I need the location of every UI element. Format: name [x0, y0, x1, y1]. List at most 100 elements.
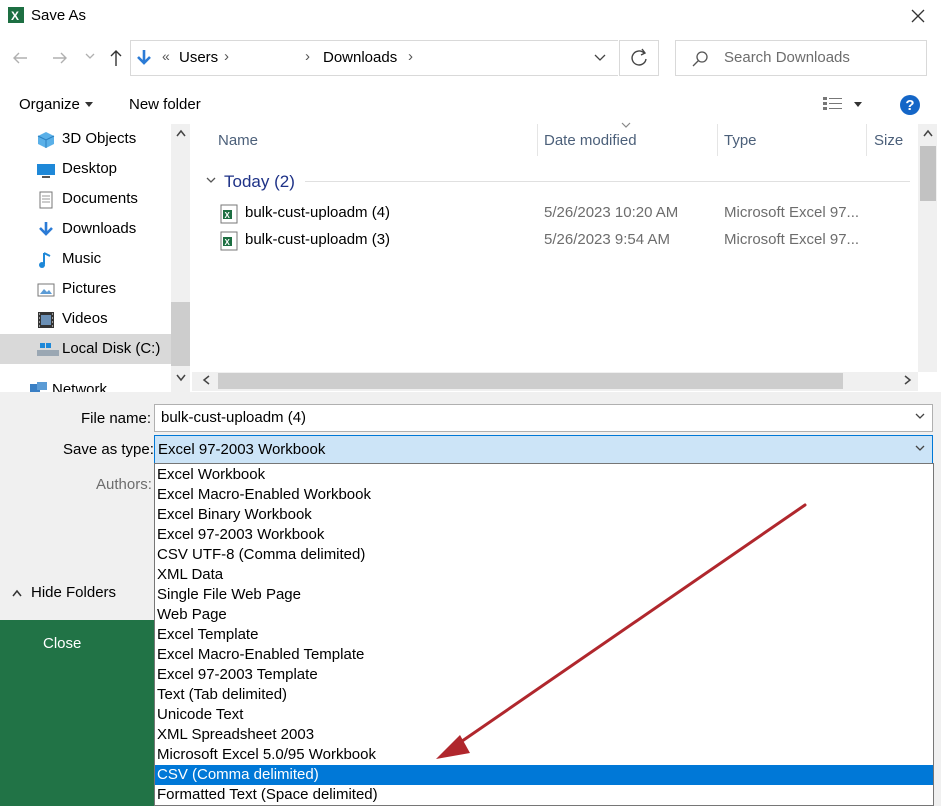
column-header-type[interactable]: Type	[724, 132, 757, 149]
nav-item-music[interactable]: Music	[0, 244, 171, 274]
file-date: 5/26/2023 9:54 AM	[544, 231, 670, 248]
nav-item-desktop[interactable]: Desktop	[0, 154, 171, 184]
excel-file-icon: X	[220, 204, 238, 224]
help-icon[interactable]: ?	[899, 94, 921, 116]
desktop-icon	[37, 161, 55, 179]
file-row[interactable]: X bulk-cust-uploadm (3) 5/26/2023 9:54 A…	[192, 227, 912, 253]
up-arrow-icon[interactable]	[106, 48, 126, 68]
chevron-right-icon[interactable]: ›	[305, 48, 310, 65]
chevron-up-icon[interactable]	[11, 588, 23, 598]
nav-item-pictures[interactable]: Pictures	[0, 274, 171, 304]
navigation-pane: 3D Objects Desktop Documents Downloads M…	[0, 124, 190, 392]
title-bar	[0, 0, 941, 32]
column-divider[interactable]	[717, 124, 718, 156]
chevron-down-icon[interactable]	[205, 174, 217, 186]
hide-folders-button[interactable]: Hide Folders	[31, 584, 116, 601]
option-csv-comma-delimited[interactable]: CSV (Comma delimited)	[155, 765, 933, 785]
group-header[interactable]: Today (2)	[224, 172, 295, 192]
music-icon	[37, 251, 55, 269]
chevron-down-icon[interactable]	[914, 412, 926, 420]
column-header-size[interactable]: Size	[874, 132, 903, 149]
chevron-left-icon[interactable]	[201, 374, 211, 386]
option-excel-template[interactable]: Excel Template	[155, 625, 933, 645]
nav-item-3d-objects[interactable]: 3D Objects	[0, 124, 171, 154]
chevron-right-icon[interactable]: ›	[408, 48, 413, 65]
file-name-value[interactable]: bulk-cust-uploadm (4)	[161, 409, 306, 426]
search-placeholder: Search Downloads	[724, 49, 850, 66]
pictures-icon	[37, 281, 55, 299]
column-divider[interactable]	[537, 124, 538, 156]
file-type: Microsoft Excel 97...	[724, 231, 860, 248]
option-excel-97-2003-template[interactable]: Excel 97-2003 Template	[155, 665, 933, 685]
svg-text:X: X	[225, 211, 231, 220]
column-header-name[interactable]: Name	[218, 132, 258, 149]
caret-down-icon[interactable]	[853, 101, 863, 109]
file-list-scrollbar-thumb[interactable]	[920, 146, 936, 201]
nav-label: Documents	[62, 190, 138, 207]
authors-label: Authors:	[96, 476, 152, 493]
organize-button[interactable]: Organize	[19, 96, 80, 113]
chevron-down-icon[interactable]	[914, 444, 926, 452]
option-single-file-web-page[interactable]: Single File Web Page	[155, 585, 933, 605]
chevron-right-icon[interactable]: ›	[224, 48, 229, 65]
option-xml-spreadsheet-2003[interactable]: XML Spreadsheet 2003	[155, 725, 933, 745]
network-icon[interactable]	[29, 381, 49, 393]
option-unicode-text[interactable]: Unicode Text	[155, 705, 933, 725]
option-formatted-text[interactable]: Formatted Text (Space delimited)	[155, 785, 933, 805]
file-date: 5/26/2023 10:20 AM	[544, 204, 679, 221]
new-folder-button[interactable]: New folder	[129, 96, 201, 113]
breadcrumb-users[interactable]: Users	[179, 49, 218, 66]
file-row[interactable]: X bulk-cust-uploadm (4) 5/26/2023 10:20 …	[192, 200, 912, 226]
svg-text:X: X	[11, 9, 19, 23]
nav-item-downloads[interactable]: Downloads	[0, 214, 171, 244]
chevron-up-icon[interactable]	[922, 128, 934, 138]
save-type-label: Save as type:	[63, 441, 154, 458]
nav-item-local-disk[interactable]: Local Disk (C:)	[0, 334, 171, 364]
option-text-tab-delimited[interactable]: Text (Tab delimited)	[155, 685, 933, 705]
back-arrow-icon[interactable]	[10, 48, 30, 68]
download-icon	[135, 48, 153, 68]
option-csv-utf8[interactable]: CSV UTF-8 (Comma delimited)	[155, 545, 933, 565]
drive-icon	[37, 341, 59, 359]
nav-item-network[interactable]: Network	[52, 381, 107, 392]
nav-item-documents[interactable]: Documents	[0, 184, 171, 214]
refresh-button[interactable]	[619, 40, 659, 76]
breadcrumb-downloads[interactable]: Downloads	[323, 49, 397, 66]
cube-icon	[37, 131, 55, 149]
option-xml-data[interactable]: XML Data	[155, 565, 933, 585]
download-icon	[37, 221, 55, 239]
chevron-down-icon[interactable]	[84, 50, 96, 62]
forward-arrow-icon[interactable]	[50, 48, 70, 68]
nav-item-videos[interactable]: Videos	[0, 304, 171, 334]
option-excel-5-95-workbook[interactable]: Microsoft Excel 5.0/95 Workbook	[155, 745, 933, 765]
nav-label: Downloads	[62, 220, 137, 237]
address-dropdown-button[interactable]	[586, 41, 618, 75]
option-excel-macro-enabled-workbook[interactable]: Excel Macro-Enabled Workbook	[155, 485, 933, 505]
file-name: bulk-cust-uploadm (4)	[245, 204, 391, 221]
view-options-icon[interactable]	[822, 96, 844, 112]
excel-icon: X	[8, 7, 24, 23]
file-name: bulk-cust-uploadm (3)	[245, 231, 391, 248]
nav-label: Music	[62, 250, 102, 267]
nav-label: Desktop	[62, 160, 118, 177]
horizontal-scrollbar-thumb[interactable]	[218, 373, 843, 389]
option-web-page[interactable]: Web Page	[155, 605, 933, 625]
chevron-up-icon[interactable]	[175, 128, 187, 138]
group-divider	[305, 181, 910, 182]
caret-down-icon[interactable]	[84, 101, 94, 109]
overflow-chevrons[interactable]: «	[162, 48, 170, 64]
close-button[interactable]: Close	[43, 635, 81, 652]
nav-label: Pictures	[62, 280, 117, 297]
chevron-down-icon[interactable]	[175, 373, 187, 383]
option-excel-binary-workbook[interactable]: Excel Binary Workbook	[155, 505, 933, 525]
option-excel-macro-enabled-template[interactable]: Excel Macro-Enabled Template	[155, 645, 933, 665]
nav-scrollbar-thumb[interactable]	[171, 302, 190, 366]
option-excel-workbook[interactable]: Excel Workbook	[155, 465, 933, 485]
chevron-right-icon[interactable]	[903, 374, 913, 386]
column-divider[interactable]	[866, 124, 867, 156]
save-type-value[interactable]: Excel 97-2003 Workbook	[158, 441, 325, 458]
save-type-dropdown-list: Excel Workbook Excel Macro-Enabled Workb…	[154, 463, 934, 806]
option-excel-97-2003-workbook[interactable]: Excel 97-2003 Workbook	[155, 525, 933, 545]
column-header-date[interactable]: Date modified	[544, 132, 637, 149]
close-icon[interactable]	[905, 4, 931, 28]
